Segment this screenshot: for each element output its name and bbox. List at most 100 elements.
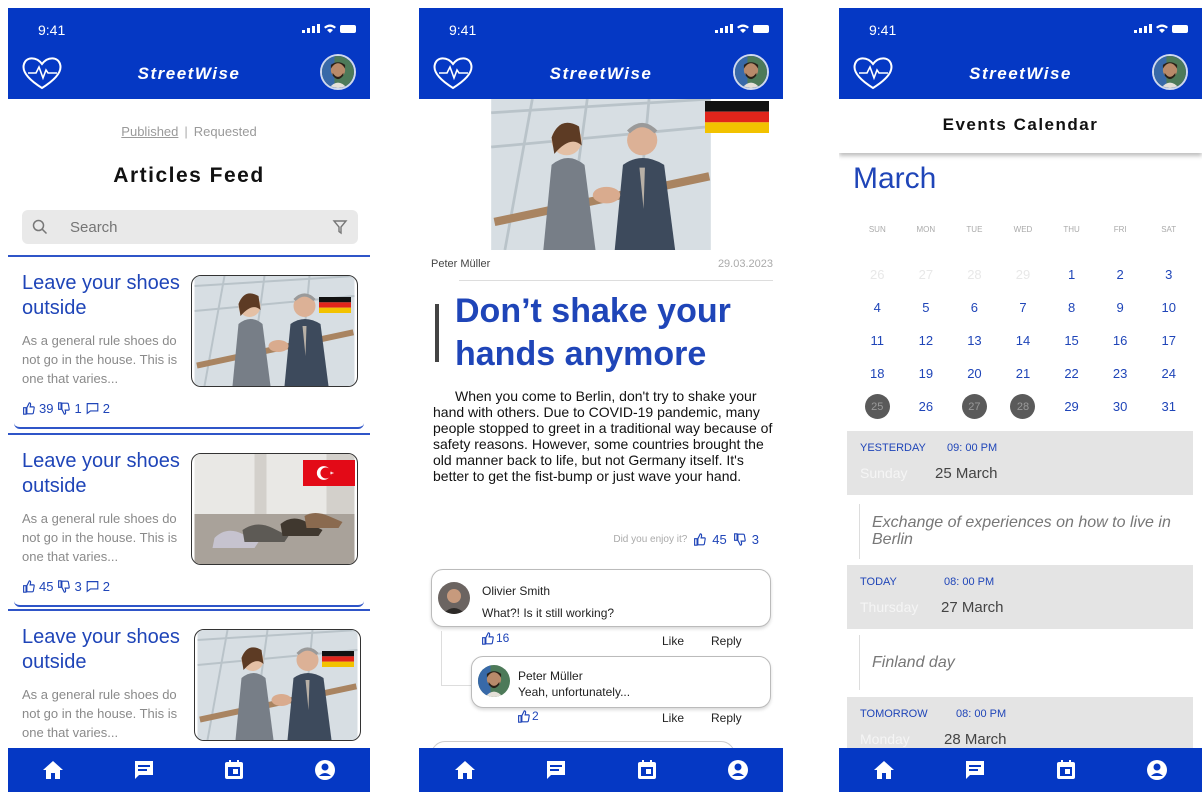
like-icon[interactable] <box>693 533 706 546</box>
calendar-day[interactable]: 6 <box>950 291 999 324</box>
calendar-day[interactable]: 27 <box>902 258 951 291</box>
event-date-block[interactable]: TODAY 08: 00 PM Thursday 27 March <box>847 565 1193 629</box>
tab-requested[interactable]: Requested <box>194 124 257 139</box>
calendar-day[interactable]: 8 <box>1047 291 1096 324</box>
dislike-icon[interactable] <box>57 402 70 415</box>
article-card-title[interactable]: Leave your shoes outside <box>22 625 192 675</box>
germany-flag-icon <box>319 296 351 314</box>
comment-icon[interactable] <box>86 402 99 415</box>
avatar[interactable] <box>733 54 769 90</box>
article-card-title[interactable]: Leave your shoes outside <box>22 449 192 499</box>
calendar-day[interactable]: 22 <box>1047 357 1096 390</box>
bottom-nav <box>8 748 370 792</box>
calendar-icon[interactable] <box>216 752 252 788</box>
app-bar: 9:41 StreetWise <box>419 8 783 99</box>
calendar-day[interactable]: 14 <box>999 324 1048 357</box>
avatar[interactable] <box>1152 54 1188 90</box>
tab-published[interactable]: Published <box>121 124 178 139</box>
article-card-image[interactable] <box>194 629 361 741</box>
commenter-avatar[interactable] <box>438 582 470 614</box>
article-icon[interactable] <box>538 752 574 788</box>
calendar-day[interactable]: 26 <box>853 258 902 291</box>
like-icon[interactable] <box>22 580 35 593</box>
like-icon[interactable] <box>481 632 494 645</box>
calendar-day[interactable]: 5 <box>902 291 951 324</box>
calendar-day[interactable]: 9 <box>1096 291 1145 324</box>
article-card[interactable]: Leave your shoes outside As a general ru… <box>8 433 370 607</box>
calendar-day[interactable]: 11 <box>853 324 902 357</box>
calendar-day[interactable]: 12 <box>902 324 951 357</box>
event-title[interactable]: Finland day <box>859 635 1189 690</box>
calendar-day[interactable]: 16 <box>1096 324 1145 357</box>
status-time: 9:41 <box>449 22 477 38</box>
calendar-day[interactable]: 25 <box>853 390 902 423</box>
calendar-day[interactable]: 27 <box>950 390 999 423</box>
month-label[interactable]: March <box>853 162 936 196</box>
calendar-day-number: 31 <box>1161 399 1176 414</box>
reply-button[interactable]: Reply <box>711 634 742 648</box>
bottom-nav <box>839 748 1202 792</box>
calendar-icon[interactable] <box>1048 752 1084 788</box>
article-icon[interactable] <box>957 752 993 788</box>
calendar-day[interactable]: 7 <box>999 291 1048 324</box>
avatar[interactable] <box>320 54 356 90</box>
calendar-day[interactable]: 13 <box>950 324 999 357</box>
comment-like-count[interactable]: 2 <box>517 709 539 723</box>
calendar-day[interactable]: 18 <box>853 357 902 390</box>
like-icon[interactable] <box>22 402 35 415</box>
home-icon[interactable] <box>35 752 71 788</box>
profile-icon[interactable] <box>1139 752 1175 788</box>
calendar-day[interactable]: 4 <box>853 291 902 324</box>
article-card-title[interactable]: Leave your shoes outside <box>22 271 192 321</box>
calendar-day-number: 1 <box>1067 267 1076 282</box>
profile-icon[interactable] <box>307 752 343 788</box>
article-card-image[interactable] <box>191 275 358 387</box>
article-icon[interactable] <box>126 752 162 788</box>
dislike-icon[interactable] <box>57 580 70 593</box>
calendar-day[interactable]: 3 <box>1144 258 1193 291</box>
calendar-day[interactable]: 19 <box>902 357 951 390</box>
reply-button[interactable]: Reply <box>711 711 742 725</box>
feed-subtabs: Published | Requested <box>8 124 370 139</box>
calendar-day[interactable]: 1 <box>1047 258 1096 291</box>
calendar-day[interactable]: 28 <box>999 390 1048 423</box>
like-count: 39 <box>39 401 54 416</box>
home-icon[interactable] <box>866 752 902 788</box>
calendar-day-number: 9 <box>1116 300 1124 315</box>
calendar-day[interactable]: 15 <box>1047 324 1096 357</box>
calendar-day[interactable]: 20 <box>950 357 999 390</box>
filter-icon[interactable] <box>332 219 348 235</box>
commenter-name[interactable]: Peter Müller <box>518 669 583 683</box>
calendar-day[interactable]: 29 <box>1047 390 1096 423</box>
calendar-day[interactable]: 17 <box>1144 324 1193 357</box>
comment-like-count[interactable]: 16 <box>481 631 509 645</box>
calendar-day[interactable]: 28 <box>950 258 999 291</box>
calendar-day[interactable]: 31 <box>1144 390 1193 423</box>
like-button[interactable]: Like <box>662 634 684 648</box>
dislike-icon[interactable] <box>733 533 746 546</box>
comment-icon[interactable] <box>86 580 99 593</box>
article-card[interactable]: Leave your shoes outside As a general ru… <box>8 255 370 429</box>
calendar-day[interactable]: 10 <box>1144 291 1193 324</box>
article-author[interactable]: Peter Müller <box>431 258 490 270</box>
article-card-image[interactable] <box>191 453 358 565</box>
event-title[interactable]: Exchange of experiences on how to live i… <box>859 504 1189 559</box>
like-button[interactable]: Like <box>662 711 684 725</box>
home-icon[interactable] <box>447 752 483 788</box>
calendar-day[interactable]: 29 <box>999 258 1048 291</box>
commenter-name[interactable]: Olivier Smith <box>482 584 550 598</box>
calendar-day[interactable]: 24 <box>1144 357 1193 390</box>
calendar-day[interactable]: 2 <box>1096 258 1145 291</box>
calendar-icon[interactable] <box>629 752 665 788</box>
like-icon[interactable] <box>517 710 530 723</box>
calendar-day[interactable]: 23 <box>1096 357 1145 390</box>
calendar-day[interactable]: 26 <box>902 390 951 423</box>
like-count: 16 <box>496 631 510 645</box>
event-date-block[interactable]: YESTERDAY 09: 00 PM Sunday 25 March <box>847 431 1193 495</box>
commenter-avatar[interactable] <box>478 665 510 697</box>
calendar-day[interactable]: 21 <box>999 357 1048 390</box>
search-input[interactable] <box>70 210 300 244</box>
event-relative-day: YESTERDAY <box>860 442 926 454</box>
calendar-day[interactable]: 30 <box>1096 390 1145 423</box>
profile-icon[interactable] <box>720 752 756 788</box>
